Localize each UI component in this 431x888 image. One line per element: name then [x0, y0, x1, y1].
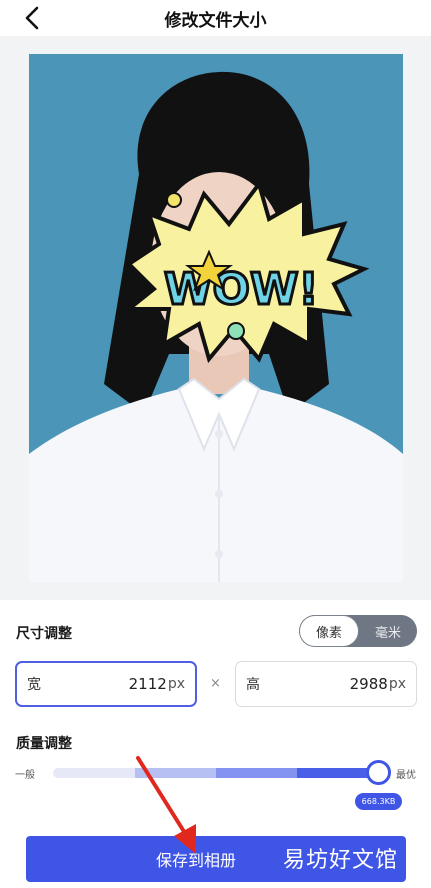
size-section-label: 尺寸调整	[16, 626, 72, 642]
quality-slider-thumb[interactable]	[366, 760, 391, 785]
quality-section-label: 质量调整	[16, 736, 72, 752]
height-unit: px	[388, 676, 406, 692]
portrait-image: WOW!	[29, 71, 403, 582]
height-label: 高	[246, 677, 260, 693]
width-value: 2112	[128, 675, 167, 693]
page-title: 修改文件大小	[164, 11, 267, 31]
top-bar: 修改文件大小	[0, 0, 431, 36]
width-unit: px	[167, 676, 185, 692]
save-button-label: 保存到相册	[155, 851, 236, 870]
save-to-album-button[interactable]: 保存到相册	[26, 836, 406, 882]
height-field[interactable]: 高 2988 px	[235, 661, 417, 707]
unit-option-pixel[interactable]: 像素	[299, 615, 359, 647]
svg-text:WOW!: WOW!	[164, 264, 319, 315]
quality-min-label: 一般	[15, 770, 35, 781]
quality-max-label: 最优	[396, 770, 416, 781]
width-field[interactable]: 宽 2112 px	[15, 661, 197, 707]
height-value: 2988	[349, 675, 388, 693]
preview-area: WOW!	[0, 36, 431, 600]
unit-toggle[interactable]: 像素 毫米	[299, 615, 417, 647]
dimension-separator: ×	[210, 676, 221, 691]
quality-slider-track[interactable]	[53, 768, 378, 778]
id-photo-preview: WOW!	[29, 54, 403, 582]
width-label: 宽	[27, 677, 41, 693]
file-size-badge: 668.3KB	[355, 793, 402, 810]
unit-option-mm[interactable]: 毫米	[359, 615, 417, 647]
